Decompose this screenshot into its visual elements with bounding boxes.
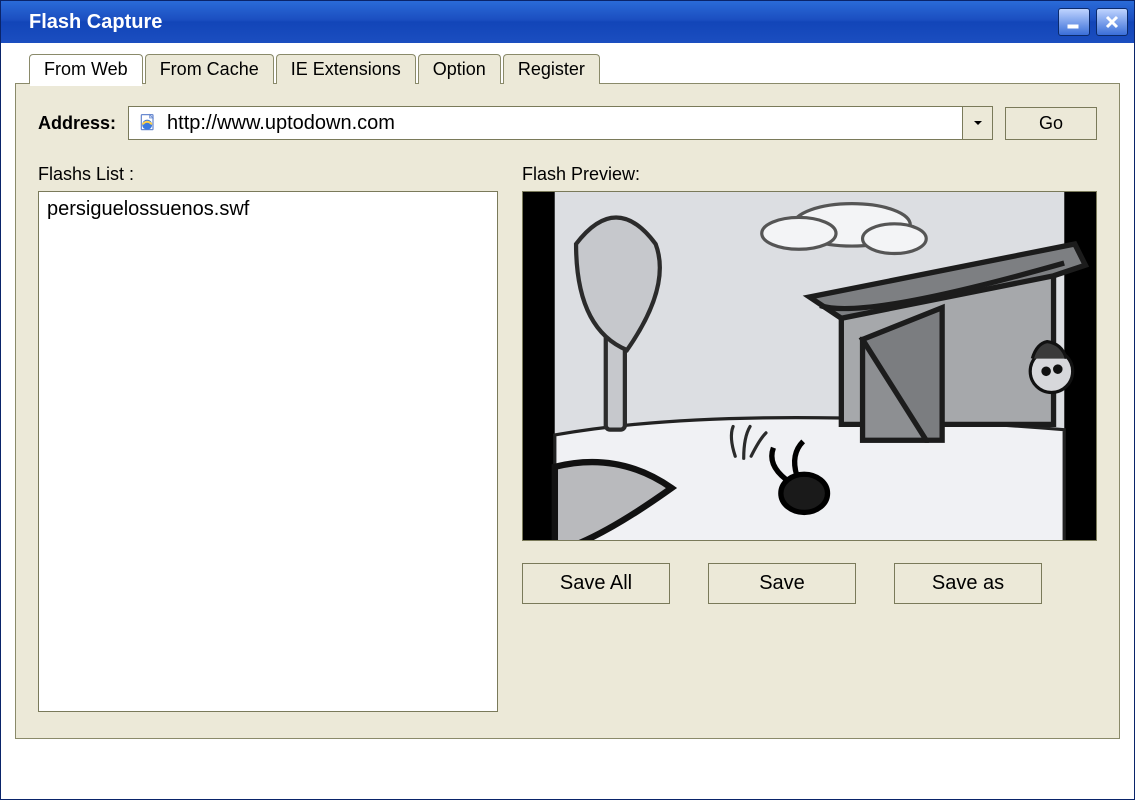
ie-page-icon: [135, 110, 161, 136]
flash-listbox[interactable]: persiguelossuenos.swf: [38, 191, 498, 712]
address-combo[interactable]: [128, 106, 993, 140]
flash-list-column: Flashs List : persiguelossuenos.swf: [38, 164, 498, 712]
flash-preview: [522, 191, 1097, 541]
window-controls: [1058, 8, 1128, 36]
tab-option[interactable]: Option: [418, 54, 501, 84]
list-item[interactable]: persiguelossuenos.swf: [45, 196, 491, 223]
address-dropdown-button[interactable]: [962, 107, 992, 139]
address-label: Address:: [38, 113, 116, 134]
window-title: Flash Capture: [29, 11, 1058, 34]
tab-from-cache[interactable]: From Cache: [145, 54, 274, 84]
save-button[interactable]: Save: [708, 563, 856, 604]
save-buttons: Save All Save Save as: [522, 563, 1097, 604]
preview-column: Flash Preview:: [522, 164, 1097, 712]
minimize-icon: [1066, 14, 1082, 30]
save-as-button[interactable]: Save as: [894, 563, 1042, 604]
tab-from-web[interactable]: From Web: [29, 54, 143, 84]
client-area: From Web From Cache IE Extensions Option…: [1, 43, 1134, 799]
flash-list-label: Flashs List :: [38, 164, 498, 185]
tab-register[interactable]: Register: [503, 54, 600, 84]
minimize-button[interactable]: [1058, 8, 1090, 36]
preview-label: Flash Preview:: [522, 164, 1097, 185]
close-icon: [1104, 14, 1120, 30]
tab-ie-extensions[interactable]: IE Extensions: [276, 54, 416, 84]
preview-illustration: [523, 192, 1096, 540]
address-input[interactable]: [167, 107, 962, 139]
go-button[interactable]: Go: [1005, 107, 1097, 140]
tabstrip: From Web From Cache IE Extensions Option…: [29, 54, 1120, 84]
save-all-button[interactable]: Save All: [522, 563, 670, 604]
tab-panel: Address: Go: [15, 83, 1120, 739]
app-window: Flash Capture From Web From Cache IE Ext…: [0, 0, 1135, 800]
titlebar: Flash Capture: [1, 1, 1134, 43]
close-button[interactable]: [1096, 8, 1128, 36]
columns: Flashs List : persiguelossuenos.swf Flas…: [38, 164, 1097, 712]
chevron-down-icon: [972, 117, 984, 129]
address-row: Address: Go: [38, 106, 1097, 140]
